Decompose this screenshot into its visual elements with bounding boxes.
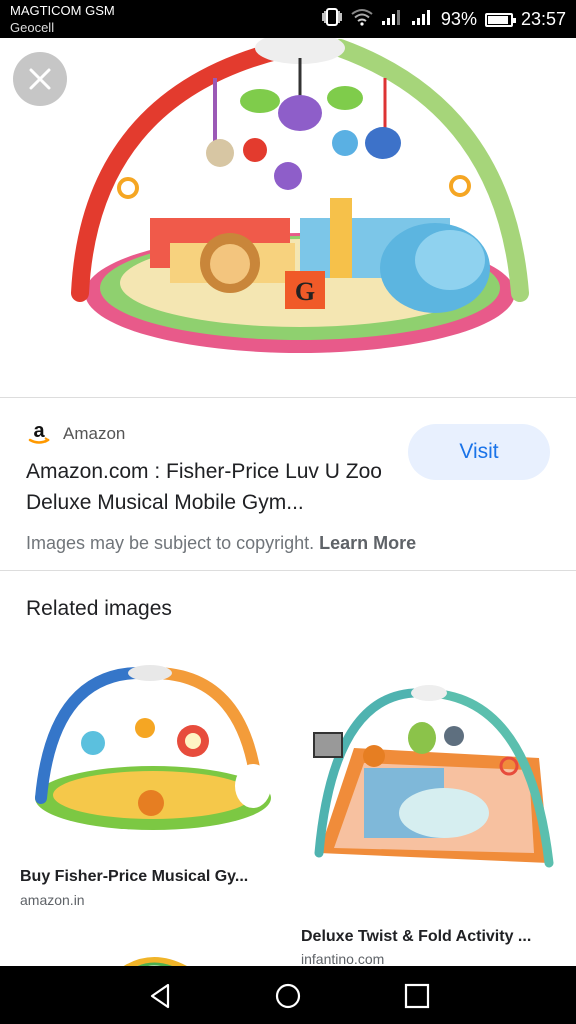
related-image-source: amazon.in <box>20 892 85 908</box>
related-image-title[interactable]: Buy Fisher-Price Musical Gy... <box>20 868 248 886</box>
amazon-logo-icon: a <box>26 420 52 446</box>
battery-percent: 93% <box>440 9 477 29</box>
battery-icon <box>484 12 516 27</box>
carrier-secondary: Geocell <box>10 20 55 35</box>
result-title[interactable]: Amazon.com : Fisher-Price Luv U Zoo Delu… <box>26 456 396 518</box>
copyright-text: Images may be subject to copyright. <box>26 533 315 553</box>
close-icon <box>29 68 51 90</box>
divider <box>0 397 576 398</box>
related-image-card[interactable]: Buy Fisher-Price Musical Gy... amazon.in <box>13 648 282 913</box>
carrier-primary: MAGTICOM GSM <box>10 3 115 18</box>
source-name[interactable]: Amazon <box>63 424 125 444</box>
status-bar: MAGTICOM GSM Geocell 93% 23:57 <box>0 0 576 38</box>
navigation-bar <box>0 966 576 1024</box>
divider <box>0 570 576 571</box>
svg-text:G: G <box>295 277 315 306</box>
main-image[interactable]: G <box>0 32 576 398</box>
svg-text:a: a <box>33 420 45 442</box>
related-image-card[interactable] <box>13 940 282 966</box>
related-images-heading: Related images <box>26 597 172 620</box>
recents-icon[interactable] <box>404 983 430 1009</box>
close-button[interactable] <box>13 52 67 106</box>
related-image-title[interactable]: Deluxe Twist & Fold Activity ... <box>301 928 531 946</box>
signal-icon-1 <box>381 8 403 31</box>
clock: 23:57 <box>520 9 566 29</box>
home-icon[interactable] <box>275 983 301 1009</box>
signal-icon-2 <box>411 8 433 31</box>
visit-button[interactable]: Visit <box>408 424 550 480</box>
related-image[interactable] <box>13 940 282 966</box>
wifi-icon <box>351 8 373 31</box>
copyright-notice: Images may be subject to copyright. Lear… <box>26 533 416 554</box>
related-image[interactable] <box>294 648 563 916</box>
related-image[interactable] <box>13 648 282 858</box>
vibrate-icon <box>321 8 343 31</box>
back-icon[interactable] <box>148 983 174 1009</box>
related-image-card[interactable]: Deluxe Twist & Fold Activity ... infanti… <box>294 648 563 967</box>
related-image-source: infantino.com <box>301 951 385 967</box>
learn-more-link[interactable]: Learn More <box>319 533 416 553</box>
